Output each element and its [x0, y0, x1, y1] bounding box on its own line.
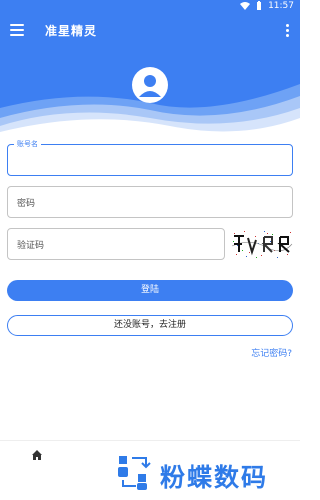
register-button[interactable]: 还没账号，去注册: [7, 315, 293, 336]
status-time: 11:57: [268, 1, 294, 11]
captcha-placeholder: 验证码: [17, 241, 45, 251]
captcha-field[interactable]: 验证码: [7, 228, 225, 260]
status-bar: 11:57: [0, 0, 300, 14]
password-field[interactable]: 密码: [7, 186, 293, 218]
avatar-icon: [132, 67, 168, 103]
wifi-icon: [240, 2, 251, 10]
battery-icon: [257, 1, 262, 10]
forgot-password-link[interactable]: 忘记密码?: [251, 346, 292, 359]
menu-icon[interactable]: [10, 24, 24, 36]
watermark: 粉蝶数码: [116, 452, 296, 494]
login-button[interactable]: 登陆: [7, 280, 293, 301]
app-title: 准星精灵: [45, 24, 98, 38]
captcha-image[interactable]: [230, 228, 294, 260]
account-field[interactable]: 账号名: [7, 139, 293, 176]
password-placeholder: 密码: [17, 199, 36, 209]
app-bar: 准星精灵: [0, 14, 300, 48]
account-label: 账号名: [14, 139, 41, 149]
watermark-text: 粉蝶数码: [160, 463, 269, 492]
home-icon[interactable]: [31, 449, 43, 461]
more-vert-icon[interactable]: [286, 24, 290, 38]
watermark-logo: [118, 456, 151, 490]
